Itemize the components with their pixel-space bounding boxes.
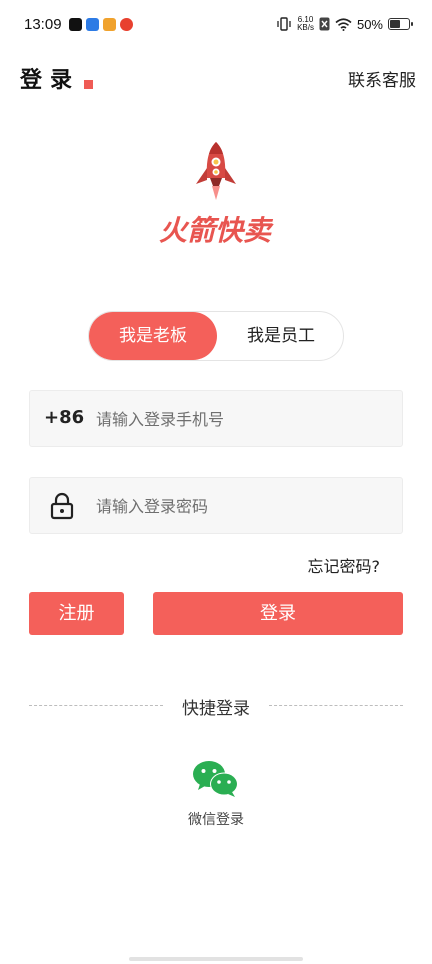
weibo-icon [120, 18, 133, 31]
battery-fill [390, 20, 400, 28]
phone-field: +86 [29, 390, 403, 447]
svg-text:火箭快卖: 火箭快卖 [159, 214, 274, 247]
home-indicator[interactable] [129, 957, 303, 961]
quick-login-title: 快捷登录 [182, 699, 250, 719]
tiktok-icon [69, 18, 82, 31]
no-sim-icon [319, 17, 330, 31]
app-icon-blue [86, 18, 99, 31]
wechat-login-label: 微信登录 [188, 812, 244, 828]
login-button[interactable]: 登录 [153, 592, 403, 635]
password-input[interactable] [96, 488, 386, 524]
battery-icon [388, 18, 413, 30]
status-right: 6.10 KB/s 50% [276, 15, 413, 32]
status-bar: 13:09 6.10 KB/s 50% [0, 0, 432, 50]
divider-line-right [269, 705, 403, 706]
brand-wordmark: 火箭快卖 [159, 214, 274, 247]
role-staff-tab[interactable]: 我是员工 [217, 312, 345, 360]
wechat-login-button[interactable]: 微信登录 [176, 757, 256, 832]
lock-icon [50, 492, 74, 520]
title-accent-dot [84, 80, 93, 89]
page-title: 登录 [20, 68, 81, 93]
password-field [29, 477, 403, 534]
wifi-icon [335, 17, 352, 31]
contact-support-link[interactable]: 联系客服 [348, 66, 416, 91]
role-toggle: 我是老板 我是员工 [88, 311, 344, 361]
rocket-logo-icon [196, 142, 236, 200]
app-icon-map [103, 18, 116, 31]
status-time: 13:09 [24, 16, 62, 33]
country-code[interactable]: +86 [44, 407, 84, 428]
role-boss-tab[interactable]: 我是老板 [89, 312, 217, 360]
register-button[interactable]: 注册 [29, 592, 124, 635]
phone-input[interactable] [96, 401, 386, 437]
battery-percent: 50% [356, 16, 383, 32]
status-app-icons [69, 18, 133, 31]
network-speed: 6.10 KB/s [297, 15, 314, 32]
quick-login-divider: 快捷登录 [29, 693, 403, 719]
wechat-icon [193, 761, 238, 797]
forgot-password-link[interactable]: 忘记密码? [308, 553, 381, 577]
vibrate-icon [277, 17, 291, 31]
